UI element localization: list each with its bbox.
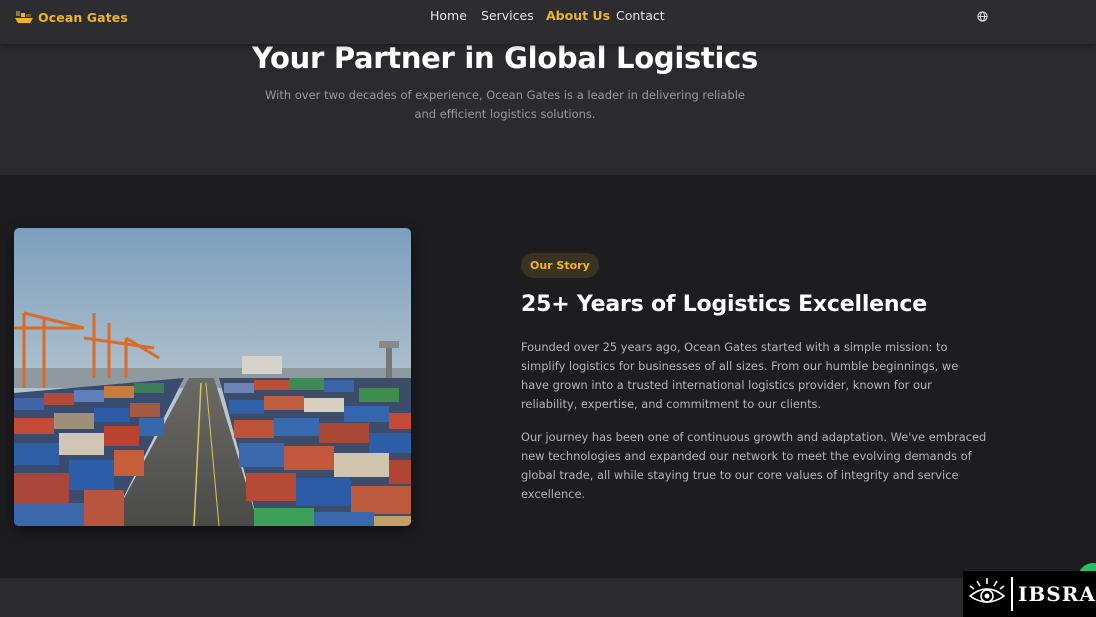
watermark-separator bbox=[1011, 577, 1013, 611]
story-paragraph-2: Our journey has been one of continuous g… bbox=[521, 430, 987, 501]
hero-section: Your Partner in Global Logistics With ov… bbox=[0, 41, 1096, 175]
navbar: Ocean Gates Home Services About Us Conta… bbox=[0, 0, 1096, 44]
hero-subtitle: With over two decades of experience, Oce… bbox=[265, 88, 745, 121]
globe-icon[interactable] bbox=[977, 11, 988, 22]
hero-title: Your Partner in Global Logistics bbox=[252, 41, 758, 75]
story-paragraph-1: Founded over 25 years ago, Ocean Gates s… bbox=[521, 340, 959, 411]
nav-link-services[interactable]: Services bbox=[481, 8, 534, 23]
ibsra-watermark: IBSRA bbox=[963, 571, 1096, 617]
nav-link-about-us[interactable]: About Us bbox=[546, 8, 610, 23]
nav-link-home[interactable]: Home bbox=[430, 8, 467, 23]
story-title: 25+ Years of Logistics Excellence bbox=[521, 292, 927, 317]
page: Ocean Gates Home Services About Us Conta… bbox=[0, 0, 1096, 617]
next-section bbox=[0, 578, 1096, 617]
nav-link-contact[interactable]: Contact bbox=[616, 8, 665, 23]
watermark-text: IBSRA bbox=[1018, 582, 1096, 606]
container-port-image bbox=[14, 228, 411, 526]
nav-menu: Home Services About Us Contact bbox=[0, 8, 1096, 26]
eye-logo-icon bbox=[968, 578, 1006, 603]
our-story-badge: Our Story bbox=[521, 253, 599, 278]
our-story-section: Our Story 25+ Years of Logistics Excelle… bbox=[0, 175, 1096, 578]
